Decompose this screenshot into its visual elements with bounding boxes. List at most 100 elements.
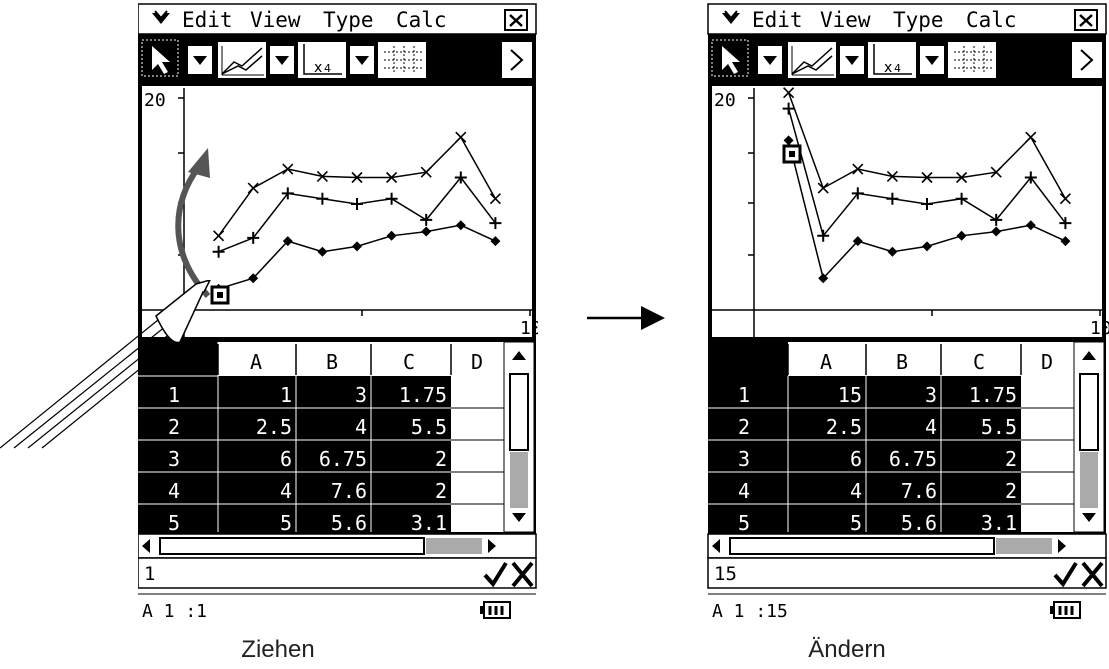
table-cell[interactable]: 3 bbox=[925, 383, 937, 407]
status-bar: A 1 :15 bbox=[708, 590, 1106, 624]
close-icon[interactable] bbox=[1074, 9, 1098, 31]
column-header-b[interactable]: B bbox=[326, 350, 338, 374]
selected-point-marker[interactable] bbox=[782, 144, 802, 164]
entry-input[interactable]: 1 bbox=[144, 563, 155, 585]
row-label[interactable]: 1 bbox=[738, 383, 750, 407]
menu-item-type[interactable]: Type bbox=[893, 8, 944, 32]
table-cell[interactable]: 7.6 bbox=[331, 479, 367, 503]
close-icon[interactable] bbox=[504, 9, 528, 31]
table-cell[interactable]: 1.75 bbox=[969, 383, 1017, 407]
regression-type-icon[interactable]: x 4 bbox=[298, 42, 346, 78]
row-label[interactable]: 4 bbox=[738, 479, 750, 503]
row-label[interactable]: 3 bbox=[738, 447, 750, 471]
menu-item-type[interactable]: Type bbox=[323, 8, 374, 32]
menu-item-edit[interactable]: Edit bbox=[182, 8, 233, 32]
table-cell[interactable]: 4 bbox=[850, 479, 862, 503]
table-cell[interactable]: 15 bbox=[838, 383, 862, 407]
stylus-pen bbox=[0, 280, 211, 449]
dropdown-arrow-icon[interactable] bbox=[270, 46, 294, 74]
table-cell[interactable]: 6.75 bbox=[889, 447, 937, 471]
svg-text:4: 4 bbox=[324, 62, 331, 75]
select-pointer-icon[interactable] bbox=[141, 39, 179, 77]
regression-type-icon[interactable]: x 4 bbox=[868, 42, 916, 78]
x-tick-label: 10 bbox=[520, 318, 538, 339]
table-cell[interactable]: 3.1 bbox=[981, 511, 1017, 535]
menu-item-calc[interactable]: Calc bbox=[396, 8, 447, 32]
column-header-c[interactable]: C bbox=[403, 350, 415, 374]
table-cell[interactable]: 2.5 bbox=[256, 415, 292, 439]
toolbar-scroll-right-icon[interactable] bbox=[502, 42, 532, 78]
table-cell[interactable]: 1 bbox=[280, 383, 292, 407]
dropdown-arrow-icon[interactable] bbox=[758, 46, 782, 74]
table-cell[interactable]: 3 bbox=[355, 383, 367, 407]
table-cell[interactable]: 5.6 bbox=[901, 511, 937, 535]
cell-status-text: A 1 :1 bbox=[142, 601, 207, 622]
svg-text:4: 4 bbox=[894, 62, 901, 75]
graph-panel[interactable]: 20 10 bbox=[708, 82, 1109, 341]
y-tick-label: 20 bbox=[144, 90, 166, 111]
table-cell[interactable]: 5.6 bbox=[331, 511, 367, 535]
toolbar: x 4 bbox=[138, 34, 536, 82]
row-label[interactable]: 5 bbox=[168, 511, 180, 535]
horizontal-scrollbar[interactable] bbox=[138, 533, 537, 559]
column-header-c[interactable]: C bbox=[973, 350, 985, 374]
column-header-d[interactable]: D bbox=[1041, 350, 1053, 374]
row-label[interactable]: 3 bbox=[168, 447, 180, 471]
status-bar: A 1 :1 bbox=[138, 590, 536, 624]
table-cell[interactable]: 4 bbox=[280, 479, 292, 503]
svg-text:x: x bbox=[884, 60, 892, 76]
entry-line[interactable]: 15 bbox=[707, 557, 1107, 589]
table-cell[interactable]: 6 bbox=[850, 447, 862, 471]
x-tick-label: 10 bbox=[1090, 318, 1109, 339]
svg-text:x: x bbox=[314, 60, 322, 76]
dropdown-arrow-icon[interactable] bbox=[920, 46, 944, 74]
table-cell[interactable]: 2 bbox=[1005, 447, 1017, 471]
entry-input[interactable]: 15 bbox=[714, 563, 737, 585]
table-cell[interactable]: 6.75 bbox=[319, 447, 367, 471]
grid-settings-icon[interactable] bbox=[948, 42, 996, 78]
table-cell[interactable]: 4 bbox=[355, 415, 367, 439]
table-cell[interactable]: 2 bbox=[435, 447, 447, 471]
menu-item-view[interactable]: View bbox=[820, 8, 871, 32]
entry-line[interactable]: 1 bbox=[138, 557, 537, 589]
line-graph-type-icon[interactable] bbox=[788, 42, 836, 78]
table-cell[interactable]: 5.5 bbox=[411, 415, 447, 439]
confirm-check-icon[interactable] bbox=[482, 561, 508, 588]
column-header-b[interactable]: B bbox=[896, 350, 908, 374]
column-header-a[interactable]: A bbox=[250, 350, 262, 374]
menu-item-view[interactable]: View bbox=[250, 8, 301, 32]
table-cell[interactable]: 2 bbox=[1005, 479, 1017, 503]
menu-item-calc[interactable]: Calc bbox=[966, 8, 1017, 32]
line-graph-type-icon[interactable] bbox=[218, 42, 266, 78]
toolbar: x 4 bbox=[708, 34, 1106, 82]
dropdown-arrow-icon[interactable] bbox=[188, 46, 212, 74]
toolbar-scroll-right-icon[interactable] bbox=[1072, 42, 1102, 78]
vertical-scrollbar[interactable] bbox=[503, 341, 535, 533]
row-label[interactable]: 5 bbox=[738, 511, 750, 535]
column-header-a[interactable]: A bbox=[820, 350, 832, 374]
table-cell[interactable]: 5 bbox=[850, 511, 862, 535]
row-label[interactable]: 4 bbox=[168, 479, 180, 503]
table-cell[interactable]: 1.75 bbox=[399, 383, 447, 407]
horizontal-scrollbar[interactable] bbox=[707, 533, 1107, 559]
table-cell[interactable]: 2 bbox=[435, 479, 447, 503]
table-cell[interactable]: 5.5 bbox=[981, 415, 1017, 439]
dropdown-arrow-icon[interactable] bbox=[840, 46, 864, 74]
table-cell[interactable]: 3.1 bbox=[411, 511, 447, 535]
y-tick-label: 20 bbox=[714, 90, 736, 111]
row-label[interactable]: 2 bbox=[738, 415, 750, 439]
table-cell[interactable]: 5 bbox=[280, 511, 292, 535]
table-cell[interactable]: 4 bbox=[925, 415, 937, 439]
dropdown-arrow-icon[interactable] bbox=[350, 46, 374, 74]
table-cell[interactable]: 6 bbox=[280, 447, 292, 471]
table-cell[interactable]: 7.6 bbox=[901, 479, 937, 503]
vertical-scrollbar[interactable] bbox=[1073, 341, 1105, 533]
select-pointer-icon[interactable] bbox=[711, 39, 749, 77]
confirm-check-icon[interactable] bbox=[1052, 561, 1078, 588]
caption-change: Ändern bbox=[808, 636, 886, 663]
grid-settings-icon[interactable] bbox=[378, 42, 426, 78]
spreadsheet: A B C D 1 15 3 1.75 2 2.5 4 5.5 3 6 6.75 2 4 4 7.6 2 5 5 5… bbox=[708, 340, 1106, 535]
column-header-d[interactable]: D bbox=[471, 350, 483, 374]
table-cell[interactable]: 2.5 bbox=[826, 415, 862, 439]
menu-item-edit[interactable]: Edit bbox=[752, 8, 803, 32]
